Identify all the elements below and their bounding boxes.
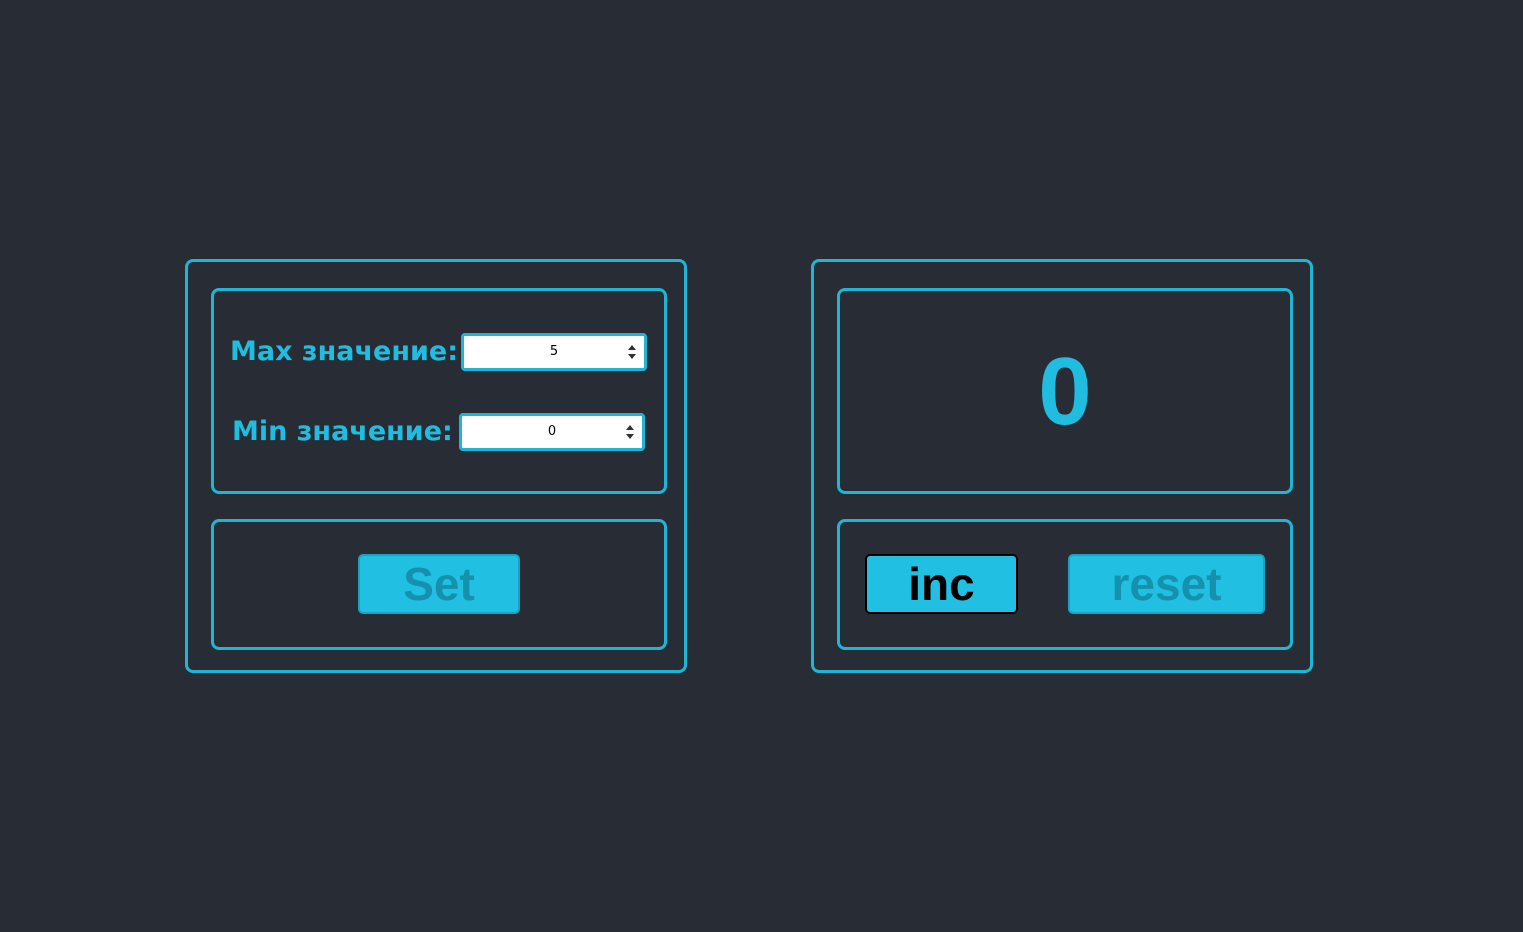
settings-panel: Max значение: 5 Min значение: 0 Set	[185, 259, 687, 673]
reset-button[interactable]: reset	[1068, 554, 1265, 614]
max-value-spinner[interactable]	[628, 345, 637, 359]
counter-value: 0	[1038, 338, 1092, 445]
settings-fields-box: Max значение: 5 Min значение: 0	[211, 288, 667, 494]
min-value-input[interactable]: 0	[459, 413, 645, 451]
set-button[interactable]: Set	[358, 554, 520, 614]
counter-actions-box: inc reset	[837, 519, 1293, 650]
counter-panel: 0 inc reset	[811, 259, 1313, 673]
max-value-input[interactable]: 5	[461, 333, 647, 371]
max-value-text: 5	[549, 344, 559, 359]
min-value-spinner[interactable]	[626, 425, 635, 439]
spinner-up-icon[interactable]	[628, 345, 636, 350]
counter-display-box: 0	[837, 288, 1293, 494]
settings-actions-box: Set	[211, 519, 667, 650]
spinner-down-icon[interactable]	[626, 434, 634, 439]
max-value-label: Max значение:	[230, 336, 458, 367]
inc-button[interactable]: inc	[865, 554, 1018, 614]
spinner-down-icon[interactable]	[628, 354, 636, 359]
min-value-text: 0	[547, 424, 557, 439]
spinner-up-icon[interactable]	[626, 425, 634, 430]
min-value-label: Min значение:	[232, 416, 453, 447]
